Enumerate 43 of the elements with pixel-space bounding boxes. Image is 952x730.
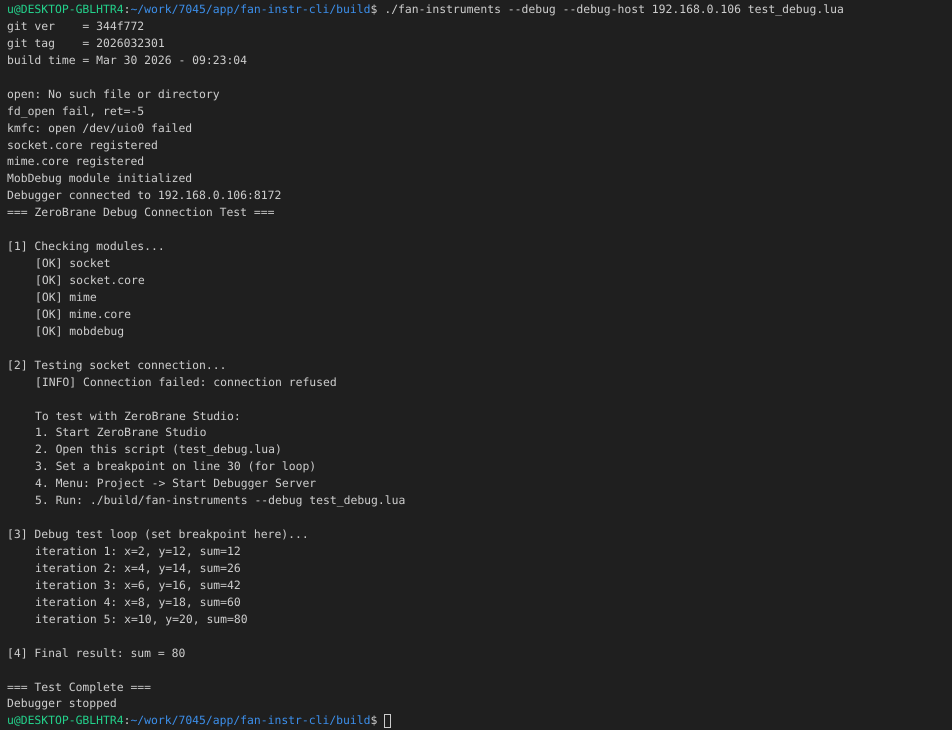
output-line: Debugger stopped (7, 695, 117, 712)
output-line: iteration 3: x=6, y=16, sum=42 (35, 576, 241, 594)
output-line: [4] Final result: sum = 80 (7, 644, 186, 662)
output-line: iteration 5: x=10, y=20, sum=80 (35, 610, 248, 628)
output-line: mime.core registered (7, 153, 144, 170)
prompt-separator: : (124, 712, 130, 730)
output-line: 3. Set a breakpoint on line 30 (for loop) (35, 458, 316, 476)
prompt-symbol: $ (370, 1, 378, 18)
prompt-path: ~/work/7045/app/fan-instr-cli/build (130, 712, 370, 730)
output-line: iteration 2: x=4, y=14, sum=26 (35, 560, 241, 577)
output-line: === Test Complete === (7, 678, 152, 696)
prompt-user-host: u@DESKTOP-GBLHTR4 (7, 712, 124, 730)
output-line: kmfc: open /dev/uio0 failed (7, 120, 192, 137)
output-line: 2. Open this script (test_debug.lua) (35, 441, 282, 458)
output-line: [OK] mime (35, 288, 97, 306)
output-line: [OK] mobdebug (35, 322, 124, 340)
output-line: [OK] socket (35, 255, 110, 272)
output-line: [1] Checking modules... (7, 238, 165, 256)
output-line: [3] Debug test loop (set breakpoint here)... (7, 526, 309, 544)
output-line: [OK] mime.core (35, 306, 132, 323)
output-line: MobDebug module initialized (7, 170, 192, 188)
output-line: iteration 1: x=2, y=12, sum=12 (35, 543, 241, 560)
output-line: 1. Start ZeroBrane Studio (35, 424, 206, 442)
output-line: iteration 4: x=8, y=18, sum=60 (35, 594, 241, 611)
output-line: === ZeroBrane Debug Connection Test === (7, 204, 274, 222)
output-line: [INFO] Connection failed: connection refused (35, 374, 337, 391)
output-line: [OK] socket.core (35, 272, 145, 289)
output-line: 4. Menu: Project -> Start Debugger Server (35, 475, 316, 492)
prompt-symbol: $ (370, 712, 378, 730)
prompt-separator: : (124, 1, 130, 18)
output-line: [2] Testing socket connection... (7, 356, 226, 374)
output-line: socket.core registered (7, 136, 158, 154)
prompt-user-host: u@DESKTOP-GBLHTR4 (7, 1, 124, 18)
prompt-path: ~/work/7045/app/fan-instr-cli/build (130, 1, 370, 18)
output-line: open: No such file or directory (7, 86, 220, 103)
output-line: fd_open fail, ret=-5 (7, 102, 144, 120)
output-line: git ver = 344f772 (7, 18, 144, 35)
output-line: build time = Mar 30 2026 - 09:23:04 (7, 52, 248, 69)
output-line: 5. Run: ./build/fan-instruments --debug test_debug.lua (35, 492, 406, 510)
output-line: git tag = 2026032301 (7, 34, 165, 52)
output-line: Debugger connected to 192.168.0.106:8172 (7, 187, 282, 204)
command-text: ./fan-instruments --debug --debug-host 192.168.0.106 test_debug.lua (384, 1, 844, 18)
output-line: To test with ZeroBrane Studio: (35, 408, 241, 424)
